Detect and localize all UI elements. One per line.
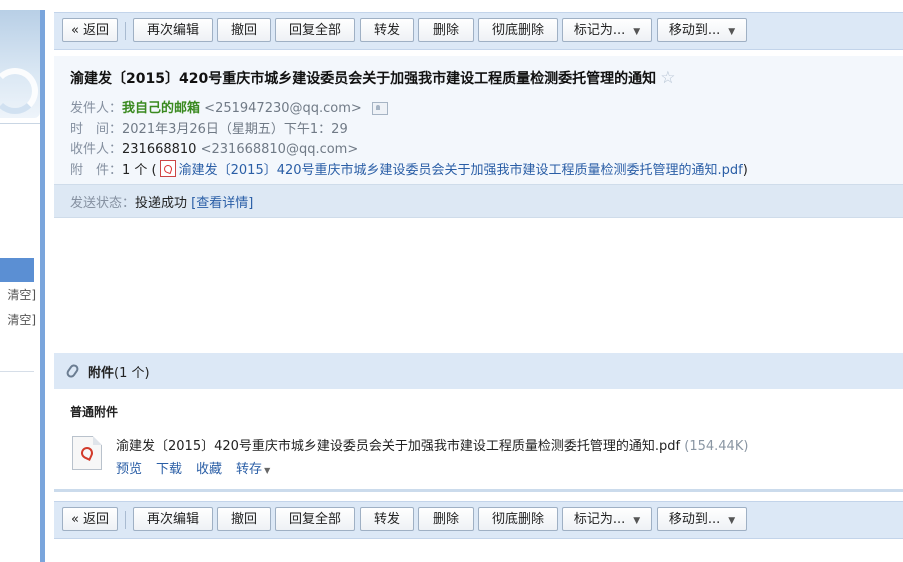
view-details-link[interactable]: [查看详情] [191,196,253,211]
recall-button[interactable]: 撤回 [217,18,271,42]
top-toolbar: « 返回 再次编辑 撤回 回复全部 转发 删除 彻底删除 标记为... ▼ 移动到… [54,12,903,50]
time-row: 时 间：2021年3月26日（星期五）下午1：29 [70,118,348,137]
contact-card-icon[interactable] [371,102,388,115]
subject-text: 渝建发〔2015〕420号重庆市城乡建设委员会关于加强我市建设工程质量检测委托管… [70,71,657,87]
star-icon[interactable]: ☆ [660,68,675,88]
pdf-file-icon[interactable] [72,436,102,470]
delete-button[interactable]: 删除 [418,18,474,42]
delete-button[interactable]: 删除 [418,507,474,531]
attachments-title: 附件(1 个) [88,362,150,381]
attachments-title-text: 附件 [88,366,115,381]
to-row: 收件人：231668810 <231668810@qq.com> [70,138,358,157]
attachment-close-paren: ) [742,163,748,178]
recall-button[interactable]: 撤回 [217,507,271,531]
sender-address: <251947230@qq.com> [204,101,362,116]
edit-again-button[interactable]: 再次编辑 [133,507,213,531]
chevron-down-icon: ▼ [633,27,641,37]
mark-as-dropdown[interactable]: 标记为... ▼ [562,18,652,42]
chevron-down-icon: ▼ [264,466,271,475]
sidebar-clear-link-2[interactable]: 清空] [0,310,36,330]
move-to-dropdown[interactable]: 移动到... ▼ [657,18,747,42]
attachments-body: 普通附件 渝建发〔2015〕420号重庆市城乡建设委员会关于加强我市建设工程质量… [54,389,903,492]
pdf-icon [159,160,176,177]
send-status-label: 发送状态： [70,196,136,211]
logo-swirl-icon [0,68,38,114]
sidebar-item-active[interactable] [0,258,34,282]
delete-permanently-button[interactable]: 彻底删除 [478,507,558,531]
attachment-link[interactable]: 渝建发〔2015〕420号重庆市城乡建设委员会关于加强我市建设工程质量检测委托管… [179,163,743,178]
from-row: 发件人：我自己的邮箱 <251947230@qq.com> [70,97,388,116]
paperclip-icon [64,362,81,380]
send-status-row: 发送状态：投递成功 [查看详情] [70,192,253,211]
back-button[interactable]: « 返回 [62,507,118,531]
bottom-toolbar: « 返回 再次编辑 撤回 回复全部 转发 删除 彻底删除 标记为... ▼ 移动到… [54,501,903,539]
sidebar-clear-link-1[interactable]: 清空] [0,285,36,305]
forward-button[interactable]: 转发 [360,507,414,531]
download-link[interactable]: 下载 [156,462,182,477]
time-value: 2021年3月26日（星期五）下午1：29 [122,122,348,137]
chevron-down-icon: ▼ [728,516,736,526]
chevron-down-icon: ▼ [728,27,736,37]
attachment-row: 附 件：1 个 ( 渝建发〔2015〕420号重庆市城乡建设委员会关于加强我市建设… [70,159,748,178]
preview-link[interactable]: 预览 [116,462,142,477]
sidebar-divider-2 [0,371,34,372]
from-label: 发件人： [70,101,123,116]
attachments-header: 附件(1 个) [54,353,903,389]
attachment-file-size: (154.44K) [684,439,749,454]
mail-header: 渝建发〔2015〕420号重庆市城乡建设委员会关于加强我市建设工程质量检测委托管… [54,56,903,184]
forward-button[interactable]: 转发 [360,18,414,42]
move-to-label: 移动到... [668,23,721,38]
attachments-count: (1 个) [114,366,150,381]
toolbar-separator [125,22,126,40]
back-button[interactable]: « 返回 [62,18,118,42]
mail-subject: 渝建发〔2015〕420号重庆市城乡建设委员会关于加强我市建设工程质量检测委托管… [70,68,675,88]
edit-again-button[interactable]: 再次编辑 [133,18,213,42]
save-to-dropdown[interactable]: 转存 ▼ [236,462,270,477]
favorite-link[interactable]: 收藏 [196,462,222,477]
attachment-actions: 预览 下载 收藏 转存 ▼ [116,458,284,477]
chevron-down-icon: ▼ [633,516,641,526]
attachment-file-name[interactable]: 渝建发〔2015〕420号重庆市城乡建设委员会关于加强我市建设工程质量检测委托管… [116,439,680,454]
attachment-label: 附 件： [70,163,123,178]
recipient-name[interactable]: 231668810 [122,142,196,157]
to-label: 收件人： [70,142,123,157]
delete-permanently-button[interactable]: 彻底删除 [478,18,558,42]
mail-view: « 返回 再次编辑 撤回 回复全部 转发 删除 彻底删除 标记为... ▼ 移动到… [45,10,903,562]
reply-all-button[interactable]: 回复全部 [275,507,355,531]
send-status-bar: 发送状态：投递成功 [查看详情] [54,184,903,218]
sender-name[interactable]: 我自己的邮箱 [122,101,200,116]
sidebar-logo-area [0,10,40,118]
mark-as-dropdown[interactable]: 标记为... ▼ [562,507,652,531]
attachment-group-title: 普通附件 [70,405,119,419]
move-to-dropdown[interactable]: 移动到... ▼ [657,507,747,531]
recipient-address: <231668810@qq.com> [200,142,359,157]
send-status-value: 投递成功 [135,196,188,211]
move-to-label: 移动到... [668,512,721,527]
attachment-item: 渝建发〔2015〕420号重庆市城乡建设委员会关于加强我市建设工程质量检测委托管… [116,435,748,454]
time-label: 时 间： [70,122,123,137]
mark-as-label: 标记为... [573,23,626,38]
sidebar-divider [0,123,40,124]
mark-as-label: 标记为... [573,512,626,527]
save-to-label: 转存 [236,462,263,477]
attachment-count: 1 个 ( [122,163,157,178]
toolbar-separator [125,511,126,529]
reply-all-button[interactable]: 回复全部 [275,18,355,42]
sidebar: 清空] 清空] [0,0,40,562]
